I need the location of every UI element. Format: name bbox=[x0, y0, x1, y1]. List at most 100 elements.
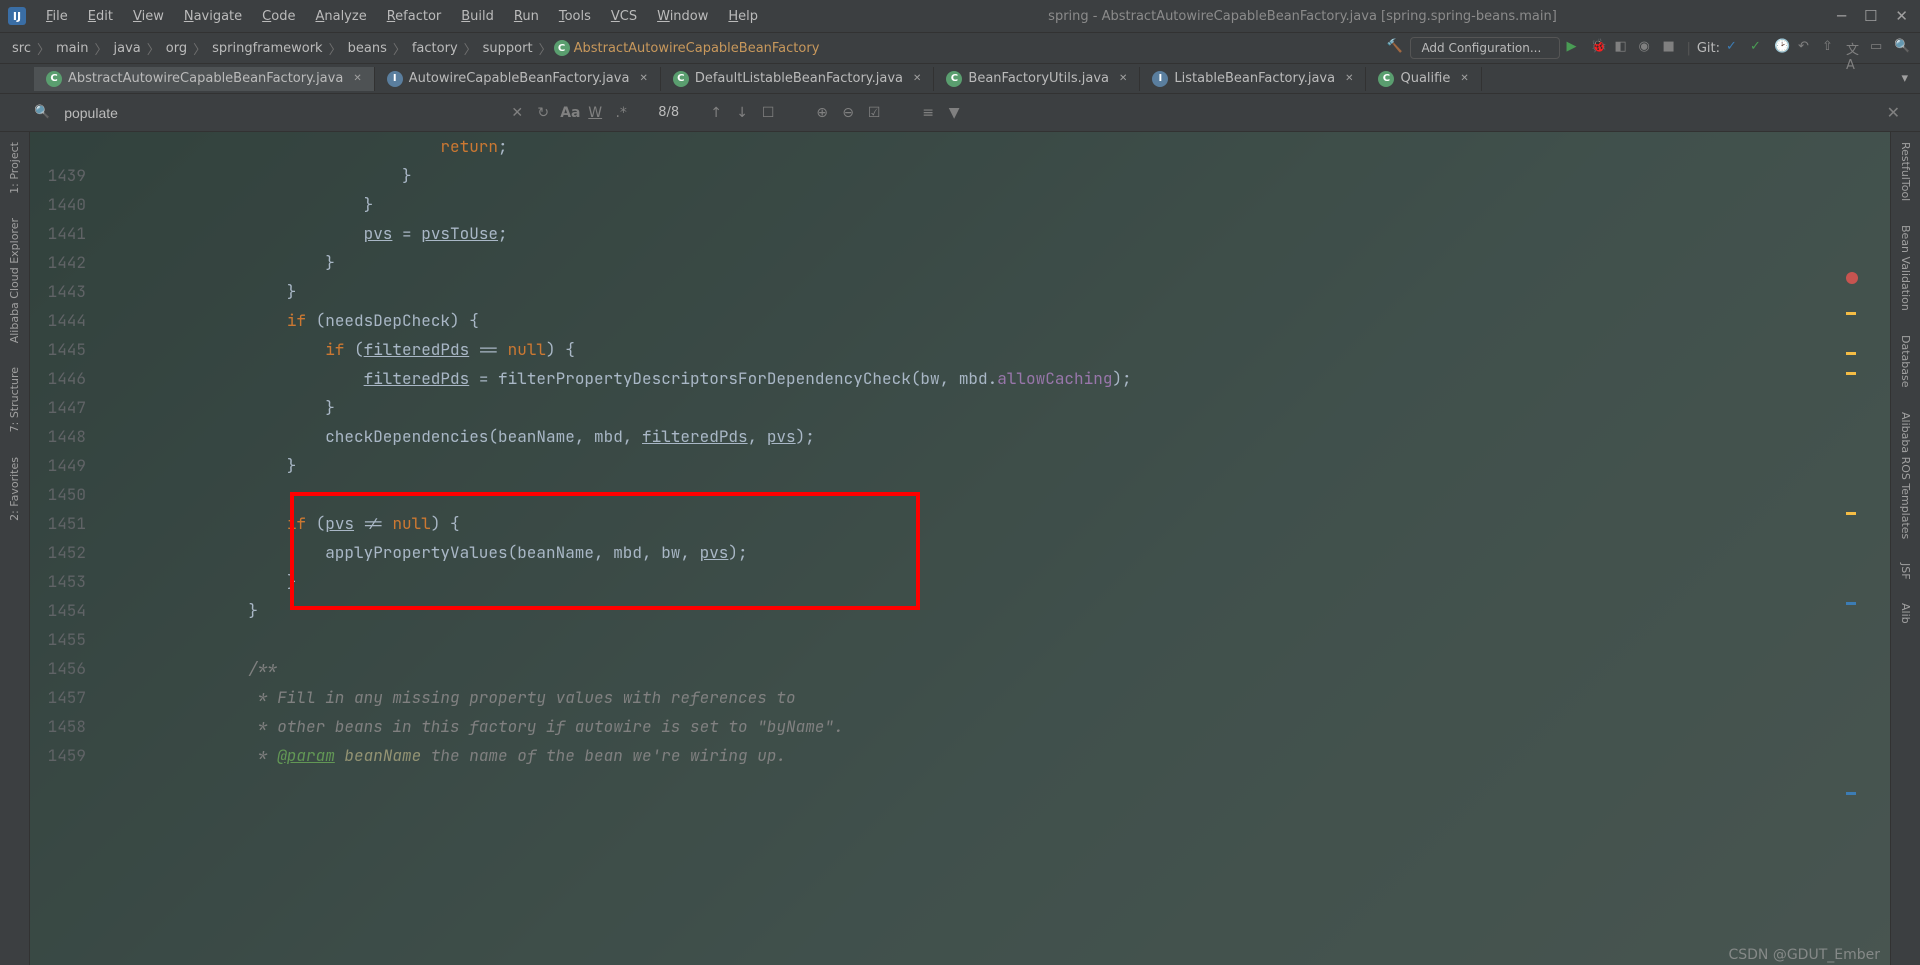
breadcrumb-item[interactable]: factory bbox=[408, 39, 462, 58]
words-icon[interactable]: W bbox=[586, 105, 604, 121]
filter-icon[interactable]: ≡ bbox=[919, 105, 937, 121]
code-line[interactable]: 1443 } bbox=[30, 277, 1890, 306]
remove-selection-icon[interactable]: ⊖ bbox=[839, 105, 857, 121]
tab-close-icon[interactable]: ✕ bbox=[639, 73, 647, 84]
editor[interactable]: return;1439 }1440 }1441 pvs = pvsToUse;1… bbox=[30, 132, 1890, 965]
tool-window-7-structure[interactable]: 7: Structure bbox=[8, 361, 21, 438]
vcs-update-icon[interactable]: ✓ bbox=[1726, 39, 1744, 57]
close-find-icon[interactable]: ✕ bbox=[1887, 103, 1900, 122]
code-line[interactable]: 1454 } bbox=[30, 596, 1890, 625]
menu-file[interactable]: File bbox=[36, 5, 78, 28]
menu-help[interactable]: Help bbox=[718, 5, 768, 28]
tool-window-bean-validation[interactable]: Bean Validation bbox=[1899, 219, 1912, 317]
fold-gutter[interactable] bbox=[110, 451, 210, 480]
editor-tab[interactable]: CAbstractAutowireCapableBeanFactory.java… bbox=[34, 67, 375, 91]
find-prev-icon[interactable]: ↑ bbox=[707, 105, 725, 121]
fold-gutter[interactable] bbox=[110, 683, 210, 712]
code-line[interactable]: 1450 bbox=[30, 480, 1890, 509]
tool-window-1-project[interactable]: 1: Project bbox=[8, 136, 21, 200]
fold-gutter[interactable] bbox=[110, 393, 210, 422]
coverage-icon[interactable]: ◧ bbox=[1614, 39, 1632, 57]
editor-tab[interactable]: IAutowireCapableBeanFactory.java✕ bbox=[375, 67, 661, 91]
code-line[interactable]: 1441 pvs = pvsToUse; bbox=[30, 219, 1890, 248]
tool-window-alib[interactable]: Alib bbox=[1899, 597, 1912, 630]
tool-window-alibaba-cloud-explorer[interactable]: Alibaba Cloud Explorer bbox=[8, 212, 21, 349]
code-line[interactable]: 1439 } bbox=[30, 161, 1890, 190]
match-case-icon[interactable]: Aa bbox=[560, 105, 578, 121]
search-everywhere-icon[interactable]: 🔍 bbox=[1894, 39, 1912, 57]
filter-settings-icon[interactable]: ▼ bbox=[945, 105, 963, 121]
fold-gutter[interactable] bbox=[110, 712, 210, 741]
tool-window-database[interactable]: Database bbox=[1899, 329, 1912, 394]
tool-window-alibaba-ros-templates[interactable]: Alibaba ROS Templates bbox=[1899, 406, 1912, 545]
tab-close-icon[interactable]: ✕ bbox=[353, 73, 361, 84]
close-icon[interactable]: ✕ bbox=[1895, 7, 1908, 25]
code-line[interactable]: 1444 if (needsDepCheck) { bbox=[30, 306, 1890, 335]
breadcrumb-item[interactable]: springframework bbox=[208, 39, 326, 58]
fold-gutter[interactable] bbox=[110, 538, 210, 567]
code-line[interactable]: 1445 if (filteredPds == null) { bbox=[30, 335, 1890, 364]
menu-navigate[interactable]: Navigate bbox=[174, 5, 252, 28]
error-indicator-icon[interactable] bbox=[1846, 272, 1858, 284]
menu-vcs[interactable]: VCS bbox=[601, 5, 647, 28]
tab-close-icon[interactable]: ✕ bbox=[913, 73, 921, 84]
fold-gutter[interactable] bbox=[110, 219, 210, 248]
fold-gutter[interactable] bbox=[110, 480, 210, 509]
code-line[interactable]: 1452 applyPropertyValues(beanName, mbd, … bbox=[30, 538, 1890, 567]
profile-icon[interactable]: ◉ bbox=[1638, 39, 1656, 57]
code-line[interactable]: 1456 /** bbox=[30, 654, 1890, 683]
stop-icon[interactable]: ■ bbox=[1662, 39, 1680, 57]
menu-run[interactable]: Run bbox=[504, 5, 549, 28]
fold-gutter[interactable] bbox=[110, 567, 210, 596]
add-selection-icon[interactable]: ⊕ bbox=[813, 105, 831, 121]
code-line[interactable]: 1459 * @param beanName the name of the b… bbox=[30, 741, 1890, 770]
fold-gutter[interactable] bbox=[110, 306, 210, 335]
regex-icon[interactable]: .* bbox=[612, 105, 630, 121]
find-next-icon[interactable]: ↓ bbox=[733, 105, 751, 121]
fold-gutter[interactable] bbox=[110, 277, 210, 306]
breadcrumb-item[interactable]: support bbox=[479, 39, 537, 58]
breadcrumb-item[interactable]: src bbox=[8, 39, 35, 58]
menu-refactor[interactable]: Refactor bbox=[377, 5, 452, 28]
fold-gutter[interactable] bbox=[110, 654, 210, 683]
tool-window-jsf[interactable]: JSF bbox=[1899, 557, 1912, 586]
ide-scripting-icon[interactable]: ▭ bbox=[1870, 39, 1888, 57]
fold-gutter[interactable] bbox=[110, 596, 210, 625]
code-line[interactable]: 1447 } bbox=[30, 393, 1890, 422]
error-stripe[interactable] bbox=[1844, 272, 1858, 965]
editor-tab[interactable]: CQualifie✕ bbox=[1366, 67, 1481, 91]
find-history-icon[interactable]: ↻ bbox=[534, 105, 552, 121]
code-line[interactable]: 1440 } bbox=[30, 190, 1890, 219]
code-line[interactable]: 1457 * Fill in any missing property valu… bbox=[30, 683, 1890, 712]
build-icon[interactable]: 🔨 bbox=[1386, 39, 1404, 57]
tab-close-icon[interactable]: ✕ bbox=[1119, 73, 1127, 84]
breadcrumb-item[interactable]: java bbox=[110, 39, 145, 58]
fold-gutter[interactable] bbox=[110, 335, 210, 364]
vcs-revert-icon[interactable]: ↶ bbox=[1798, 39, 1816, 57]
menu-tools[interactable]: Tools bbox=[549, 5, 601, 28]
fold-gutter[interactable] bbox=[110, 509, 210, 538]
code-line[interactable]: 1451 if (pvs != null) { bbox=[30, 509, 1890, 538]
fold-gutter[interactable] bbox=[110, 161, 210, 190]
code-line[interactable]: 1449 } bbox=[30, 451, 1890, 480]
menu-build[interactable]: Build bbox=[451, 5, 504, 28]
breadcrumb-item[interactable]: main bbox=[52, 39, 92, 58]
select-all-occurrences-icon[interactable]: ☑ bbox=[865, 105, 883, 121]
fold-gutter[interactable] bbox=[110, 422, 210, 451]
breadcrumb-item[interactable]: org bbox=[162, 39, 191, 58]
menu-code[interactable]: Code bbox=[252, 5, 305, 28]
code-line[interactable]: 1458 * other beans in this factory if au… bbox=[30, 712, 1890, 741]
debug-icon[interactable]: 🐞 bbox=[1590, 39, 1608, 57]
find-select-all-icon[interactable]: ☐ bbox=[759, 105, 777, 121]
code-line[interactable]: 1455 bbox=[30, 625, 1890, 654]
vcs-push-icon[interactable]: ⇧ bbox=[1822, 39, 1840, 57]
tool-window-2-favorites[interactable]: 2: Favorites bbox=[8, 451, 21, 527]
code-line[interactable]: 1446 filteredPds = filterPropertyDescrip… bbox=[30, 364, 1890, 393]
fold-gutter[interactable] bbox=[110, 625, 210, 654]
maximize-icon[interactable]: ☐ bbox=[1864, 7, 1877, 25]
tool-window-restfultool[interactable]: RestfulTool bbox=[1899, 136, 1912, 207]
fold-gutter[interactable] bbox=[110, 190, 210, 219]
editor-tab[interactable]: IListableBeanFactory.java✕ bbox=[1140, 67, 1366, 91]
tab-close-icon[interactable]: ✕ bbox=[1345, 73, 1353, 84]
run-icon[interactable]: ▶ bbox=[1566, 39, 1584, 57]
